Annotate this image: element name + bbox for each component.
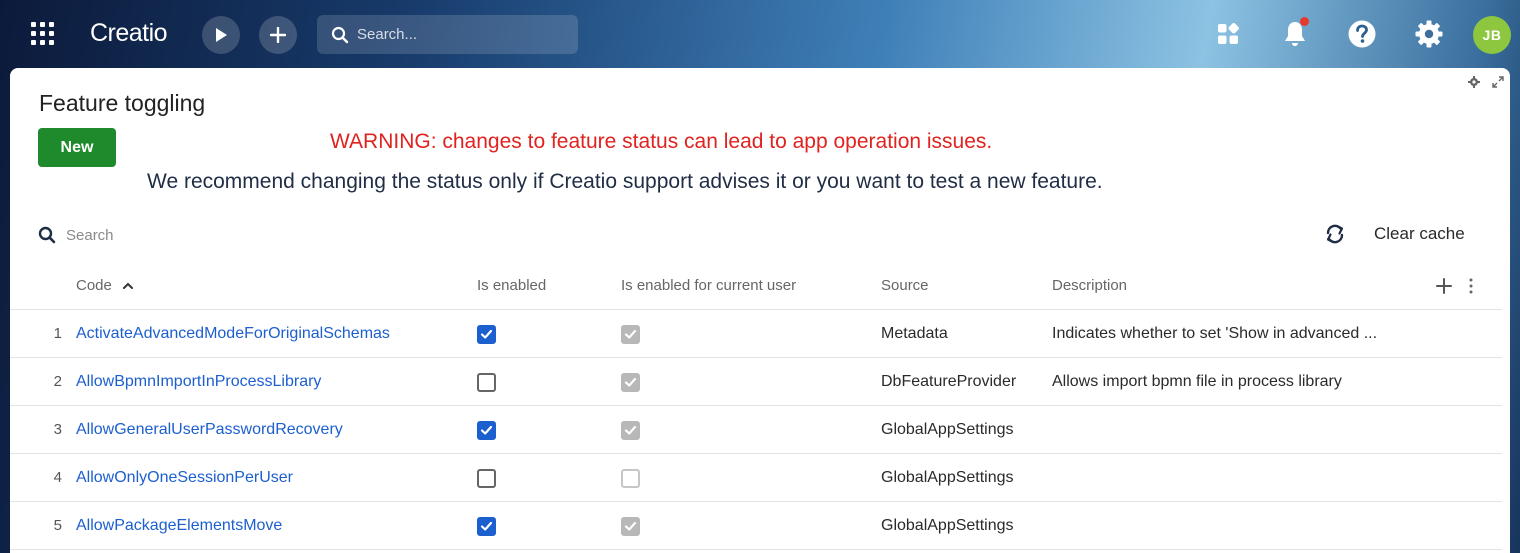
table-row[interactable]: 4 AllowOnlyOneSessionPerUser GlobalAppSett…: [10, 454, 1502, 502]
column-header-is-enabled-user[interactable]: Is enabled for current user: [621, 268, 796, 304]
is-enabled-user-checkbox: [621, 517, 640, 536]
settings-small-icon[interactable]: [1468, 76, 1480, 88]
sort-asc-icon: [123, 282, 134, 290]
description-cell: [1052, 406, 1417, 454]
page-title: Feature toggling: [39, 90, 206, 116]
is-enabled-user-checkbox: [621, 421, 640, 440]
widgets-icon: [1218, 23, 1239, 44]
is-enabled-checkbox[interactable]: [477, 421, 496, 440]
help-button[interactable]: [1347, 18, 1377, 50]
plus-icon: [270, 27, 286, 43]
table-row[interactable]: 3 AllowGeneralUserPasswordRecovery GlobalA…: [10, 406, 1502, 454]
table-header: Code Is enabled Is enabled for current u…: [10, 268, 1502, 310]
feature-toggling-panel: Feature toggling New WARNING: changes to…: [10, 68, 1510, 553]
description-cell: Indicates whether to set 'Show in advanc…: [1052, 325, 1378, 342]
is-enabled-user-checkbox: [621, 325, 640, 344]
top-bar: Creatio Search... JB: [0, 0, 1520, 68]
checkmark-icon: [624, 377, 637, 387]
is-enabled-checkbox[interactable]: [477, 325, 496, 344]
source-cell: GlobalAppSettings: [881, 517, 1014, 534]
is-enabled-checkbox[interactable]: [477, 517, 496, 536]
checkmark-icon: [624, 425, 637, 435]
column-header-source[interactable]: Source: [881, 268, 929, 304]
gear-icon: [1415, 20, 1443, 48]
table-row[interactable]: 5 AllowPackageElementsMove GlobalAppSettin…: [10, 502, 1502, 550]
is-enabled-checkbox[interactable]: [477, 373, 496, 392]
notifications-button[interactable]: [1280, 17, 1310, 50]
apps-grid-icon[interactable]: [29, 20, 57, 48]
source-cell: Metadata: [881, 325, 948, 342]
feature-code-link[interactable]: AllowPackageElementsMove: [76, 502, 282, 550]
is-enabled-checkbox[interactable]: [477, 469, 496, 488]
checkmark-icon: [624, 329, 637, 339]
list-search-input[interactable]: [66, 220, 326, 250]
expand-icon[interactable]: [1492, 76, 1504, 88]
panel-tools: [1468, 76, 1504, 88]
global-search-input[interactable]: [357, 15, 567, 54]
source-cell: GlobalAppSettings: [881, 421, 1014, 438]
creatio-logo: Creatio: [90, 19, 168, 47]
checkmark-icon: [624, 521, 637, 531]
row-number: 2: [53, 373, 62, 390]
description-cell: [1052, 502, 1417, 550]
row-number: 5: [53, 517, 62, 534]
description-cell: [1052, 454, 1417, 502]
table-row[interactable]: 2 AllowBpmnImportInProcessLibrary DbFeatur…: [10, 358, 1502, 406]
search-icon: [38, 226, 56, 244]
is-enabled-user-checkbox: [621, 469, 640, 488]
checkmark-icon: [480, 425, 493, 435]
source-cell: GlobalAppSettings: [881, 469, 1014, 486]
run-process-button[interactable]: [202, 16, 240, 54]
notification-dot: [1300, 17, 1309, 26]
new-button[interactable]: New: [38, 128, 116, 167]
help-icon: [1348, 20, 1376, 48]
checkmark-icon: [480, 521, 493, 531]
system-settings-button[interactable]: [1414, 18, 1444, 50]
global-search[interactable]: [317, 15, 578, 54]
column-header-code-label: Code: [76, 277, 112, 294]
description-cell: Allows import bpmn file in process libra…: [1052, 373, 1342, 390]
feature-code-link[interactable]: ActivateAdvancedModeForOriginalSchemas: [76, 310, 390, 358]
column-header-is-enabled[interactable]: Is enabled: [477, 268, 546, 304]
checkmark-icon: [480, 329, 493, 339]
list-search[interactable]: [38, 220, 338, 250]
widgets-button[interactable]: [1213, 18, 1243, 50]
add-button[interactable]: [259, 16, 297, 54]
clear-cache-button[interactable]: Clear cache: [1374, 224, 1465, 244]
row-number: 1: [53, 325, 62, 342]
recommendation-text: We recommend changing the status only if…: [147, 170, 1103, 193]
column-header-code[interactable]: Code: [76, 268, 134, 304]
row-number: 4: [53, 469, 62, 486]
feature-code-link[interactable]: AllowOnlyOneSessionPerUser: [76, 454, 293, 502]
add-column-icon[interactable]: [1436, 278, 1452, 294]
play-icon: [216, 28, 227, 42]
feature-code-link[interactable]: AllowGeneralUserPasswordRecovery: [76, 406, 343, 454]
column-header-description[interactable]: Description: [1052, 268, 1127, 304]
avatar[interactable]: JB: [1473, 16, 1511, 54]
is-enabled-user-checkbox: [621, 373, 640, 392]
row-number: 3: [53, 421, 62, 438]
warning-text: WARNING: changes to feature status can l…: [330, 130, 993, 153]
search-icon: [331, 26, 349, 44]
more-vertical-icon[interactable]: [1467, 277, 1475, 295]
source-cell: DbFeatureProvider: [881, 373, 1017, 390]
table-row[interactable]: 1 ActivateAdvancedModeForOriginalSchemas M…: [10, 310, 1502, 358]
feature-code-link[interactable]: AllowBpmnImportInProcessLibrary: [76, 358, 321, 406]
refresh-icon[interactable]: [1324, 222, 1346, 246]
